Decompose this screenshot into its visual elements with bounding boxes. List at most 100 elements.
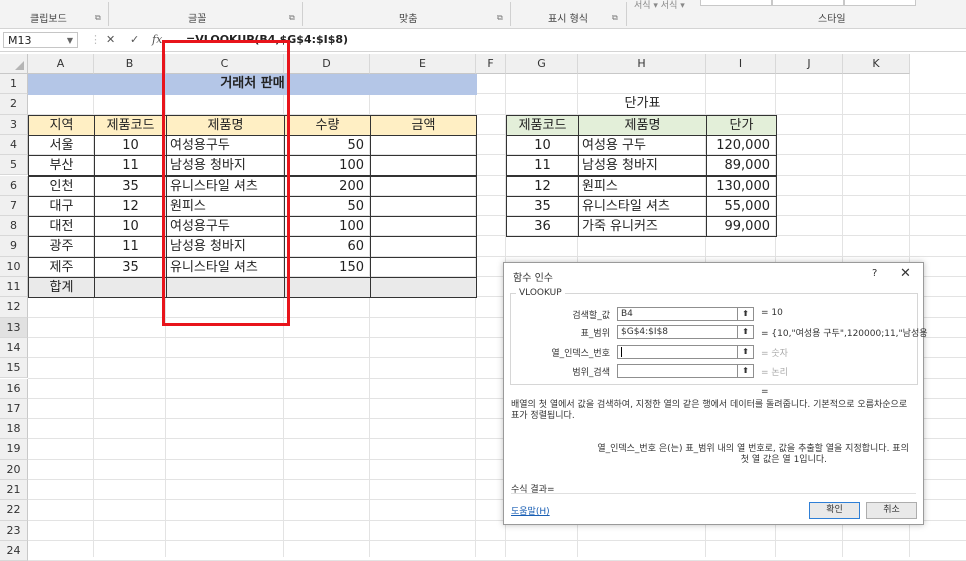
clipboard-launcher-icon[interactable]: ⧉	[95, 13, 101, 23]
sales-data-cell[interactable]	[370, 256, 477, 278]
column-header[interactable]: G	[506, 54, 578, 74]
row-header[interactable]: 20	[0, 459, 28, 480]
row-header[interactable]: 1	[0, 74, 28, 95]
row-header[interactable]: 18	[0, 419, 28, 440]
sales-data-cell[interactable]: 11	[94, 236, 167, 258]
column-header[interactable]: C	[166, 54, 284, 74]
sales-data-cell[interactable]: 10	[94, 134, 167, 157]
sales-header-cell[interactable]: 금액	[370, 114, 477, 136]
style-gallery-cell[interactable]	[772, 0, 844, 6]
price-data-cell[interactable]: 130,000	[706, 175, 777, 197]
row-header[interactable]: 12	[0, 297, 28, 318]
row-header[interactable]: 13	[0, 317, 28, 338]
sales-data-cell[interactable]: 남성용 청바지	[166, 155, 285, 177]
column-header[interactable]: H	[578, 54, 706, 74]
price-data-cell[interactable]: 120,000	[706, 134, 777, 157]
sales-data-cell[interactable]: 부산	[28, 155, 95, 177]
sales-data-cell[interactable]	[370, 216, 477, 238]
sales-total-cell[interactable]	[370, 277, 477, 299]
column-header[interactable]: B	[94, 54, 166, 74]
row-header[interactable]: 8	[0, 216, 28, 237]
sales-total-cell[interactable]	[284, 277, 371, 299]
price-data-cell[interactable]: 36	[506, 216, 579, 238]
price-header-cell[interactable]: 단가	[706, 114, 777, 136]
sales-data-cell[interactable]: 12	[94, 195, 167, 218]
sales-data-cell[interactable]: 유니스타일 셔츠	[166, 256, 285, 278]
row-header[interactable]: 24	[0, 540, 28, 561]
sales-data-cell[interactable]: 100	[284, 216, 371, 238]
name-box[interactable]: M13 ▼	[3, 32, 78, 48]
sales-data-cell[interactable]: 남성용 청바지	[166, 236, 285, 258]
sales-data-cell[interactable]: 10	[94, 216, 167, 238]
arg-input-lookup-value[interactable]: B4	[617, 307, 754, 321]
sales-data-cell[interactable]: 광주	[28, 236, 95, 258]
price-data-cell[interactable]: 여성용 구두	[578, 134, 707, 157]
style-gallery-cell[interactable]	[844, 0, 916, 6]
collapse-dialog-icon[interactable]: ⬆	[737, 325, 754, 339]
row-header[interactable]: 5	[0, 155, 28, 176]
row-header[interactable]: 23	[0, 520, 28, 541]
sales-data-cell[interactable]: 여성용구두	[166, 216, 285, 238]
sales-data-cell[interactable]: 대구	[28, 195, 95, 218]
collapse-dialog-icon[interactable]: ⬆	[737, 364, 754, 378]
sales-total-cell[interactable]	[94, 277, 167, 299]
sales-data-cell[interactable]: 100	[284, 155, 371, 177]
sales-title-cell[interactable]: 거래처 판매	[28, 74, 477, 96]
sales-data-cell[interactable]: 원피스	[166, 195, 285, 218]
row-header[interactable]: 22	[0, 500, 28, 521]
row-header[interactable]: 16	[0, 378, 28, 399]
close-icon[interactable]: ✕	[900, 266, 911, 281]
alignment-launcher-icon[interactable]: ⧉	[497, 13, 503, 23]
sales-data-cell[interactable]: 제주	[28, 256, 95, 278]
price-data-cell[interactable]: 35	[506, 195, 579, 218]
sales-data-cell[interactable]	[370, 195, 477, 218]
sales-data-cell[interactable]	[370, 134, 477, 157]
column-header[interactable]: K	[843, 54, 910, 74]
sales-total-cell[interactable]	[166, 277, 285, 299]
sales-data-cell[interactable]: 35	[94, 256, 167, 278]
column-header[interactable]: E	[370, 54, 476, 74]
ok-button[interactable]: 확인	[809, 502, 860, 519]
column-header[interactable]: J	[776, 54, 843, 74]
row-header[interactable]: 7	[0, 195, 28, 217]
collapse-dialog-icon[interactable]: ⬆	[737, 307, 754, 321]
row-header[interactable]: 3	[0, 114, 28, 135]
sales-total-label[interactable]: 합계	[28, 277, 95, 299]
arg-input-table-array[interactable]: $G$4:$I$8	[617, 325, 754, 339]
sales-header-cell[interactable]: 지역	[28, 114, 95, 136]
sales-header-cell[interactable]: 제품명	[166, 114, 285, 136]
row-header[interactable]: 4	[0, 134, 28, 156]
column-header[interactable]: F	[476, 54, 506, 74]
number-launcher-icon[interactable]: ⧉	[612, 13, 618, 23]
select-all-corner[interactable]	[0, 54, 28, 74]
sales-header-cell[interactable]: 제품코드	[94, 114, 167, 136]
sales-data-cell[interactable]: 대전	[28, 216, 95, 238]
sales-data-cell[interactable]: 50	[284, 134, 371, 157]
cancel-button[interactable]: 취소	[866, 502, 917, 519]
row-header[interactable]: 17	[0, 398, 28, 420]
arg-input-range-lookup[interactable]	[617, 364, 754, 378]
cancel-formula-icon[interactable]: ✕	[106, 33, 115, 46]
price-data-cell[interactable]: 12	[506, 175, 579, 197]
price-table-title[interactable]: 단가표	[578, 94, 707, 115]
row-header[interactable]: 9	[0, 236, 28, 257]
price-data-cell[interactable]: 10	[506, 134, 579, 157]
price-data-cell[interactable]: 55,000	[706, 195, 777, 218]
row-header[interactable]: 11	[0, 277, 28, 298]
sales-header-cell[interactable]: 수량	[284, 114, 371, 136]
price-data-cell[interactable]: 원피스	[578, 175, 707, 197]
row-header[interactable]: 2	[0, 94, 28, 115]
price-data-cell[interactable]: 가죽 유니커즈	[578, 216, 707, 238]
row-header[interactable]: 6	[0, 175, 28, 196]
sales-data-cell[interactable]: 60	[284, 236, 371, 258]
sales-data-cell[interactable]: 11	[94, 155, 167, 177]
price-data-cell[interactable]: 89,000	[706, 155, 777, 177]
sales-data-cell[interactable]: 여성용구두	[166, 134, 285, 157]
sales-data-cell[interactable]: 35	[94, 175, 167, 197]
conditional-format-fragment[interactable]: 서식 ▾ 서식 ▾	[634, 0, 685, 11]
collapse-dialog-icon[interactable]: ⬆	[737, 345, 754, 359]
sales-data-cell[interactable]: 유니스타일 셔츠	[166, 175, 285, 197]
row-header[interactable]: 21	[0, 480, 28, 501]
price-header-cell[interactable]: 제품명	[578, 114, 707, 136]
font-launcher-icon[interactable]: ⧉	[289, 13, 295, 23]
